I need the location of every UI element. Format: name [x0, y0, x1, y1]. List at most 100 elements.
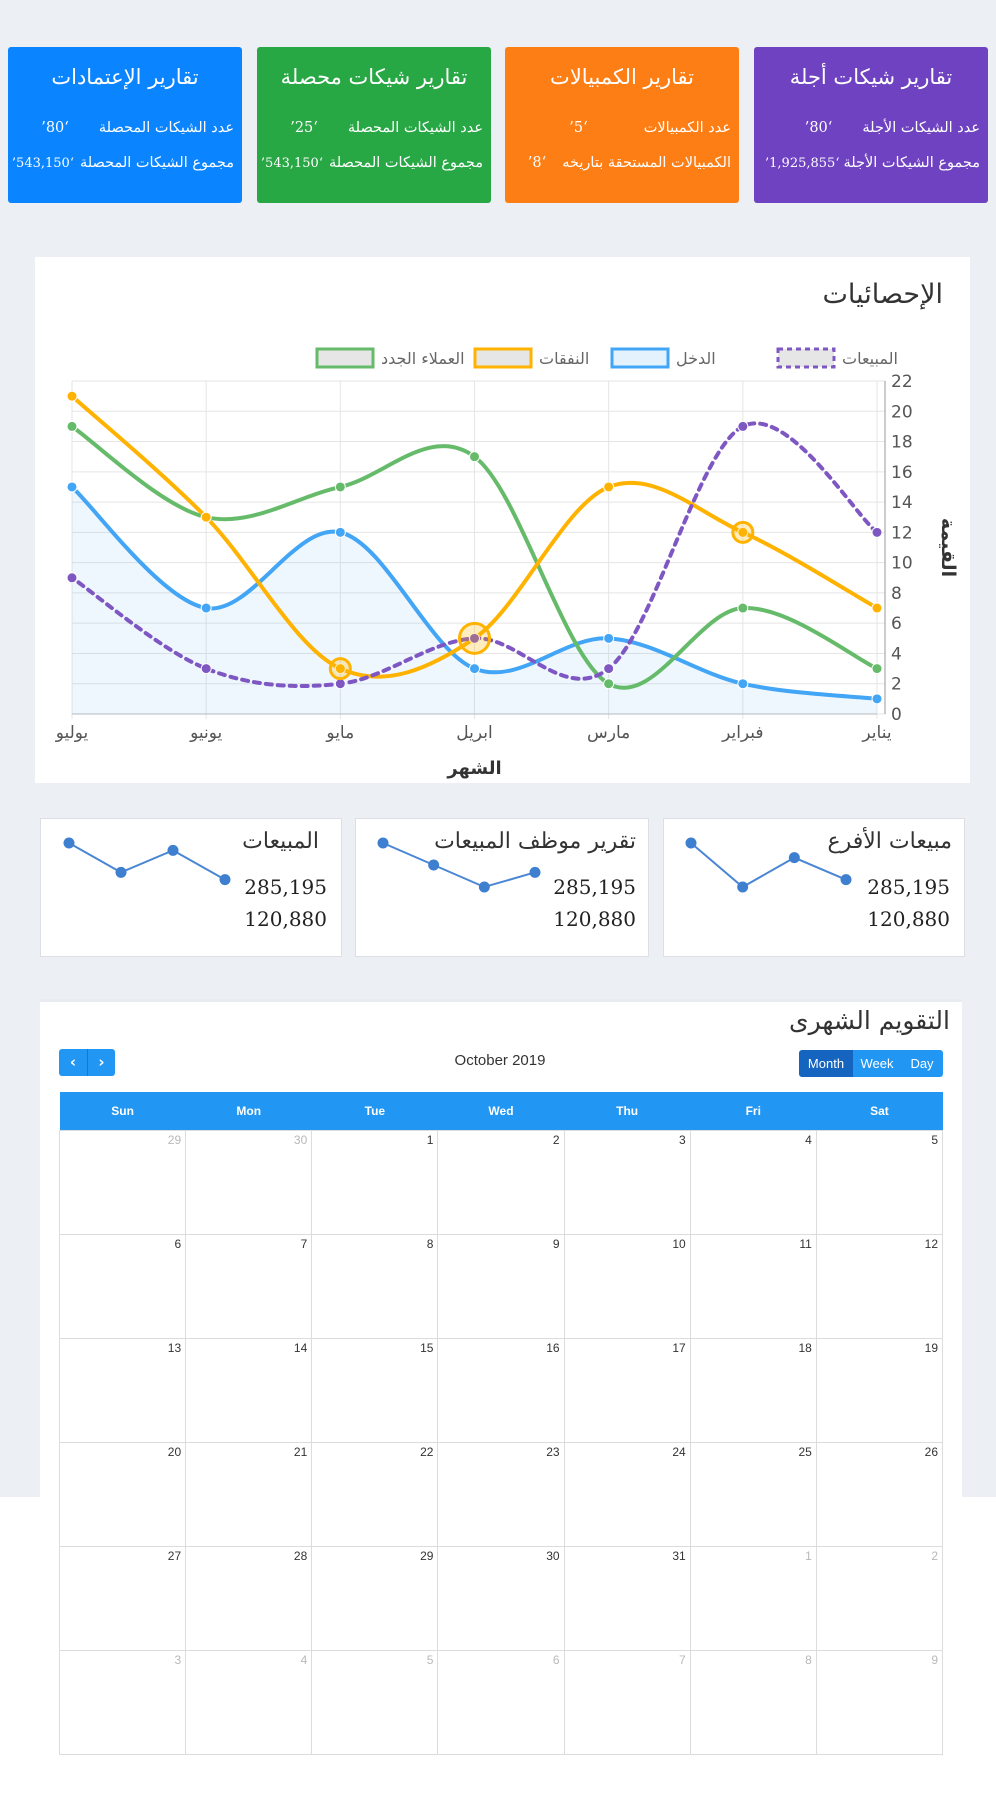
mini-card-sales[interactable]: المبيعات 285,195 120,880	[40, 818, 342, 957]
sparkline-point	[788, 852, 800, 864]
data-point[interactable]	[66, 390, 78, 402]
card-row-label: عدد الشيكات المحصلة	[98, 120, 234, 136]
calendar-day-cell[interactable]: 26	[815, 1442, 944, 1547]
calendar-day-cell[interactable]: 25	[689, 1442, 817, 1547]
calendar-day-cell[interactable]: 23	[437, 1442, 565, 1547]
data-point[interactable]	[737, 420, 749, 432]
calendar-day-cell[interactable]: 29	[311, 1546, 439, 1651]
sparkline-point	[167, 844, 179, 856]
calendar-day-cell[interactable]: 31	[563, 1546, 691, 1651]
calendar-day-cell[interactable]: 16	[437, 1338, 565, 1443]
legend-item[interactable]: المبيعات	[776, 347, 898, 369]
data-point[interactable]	[871, 602, 883, 614]
view-day-button[interactable]: Day	[901, 1050, 943, 1077]
data-point[interactable]	[334, 526, 346, 538]
x-tick-label: يوليو	[55, 723, 89, 743]
calendar-day-cell[interactable]: 8	[311, 1234, 439, 1339]
x-tick-label: فبراير	[721, 723, 763, 743]
data-point[interactable]	[334, 481, 346, 493]
data-point[interactable]	[334, 678, 346, 690]
card-collected-checks[interactable]: تقارير شيكات محصلة عدد الشيكات المحصلة ‘2…	[257, 47, 491, 203]
data-point[interactable]	[469, 663, 480, 675]
data-point[interactable]	[200, 511, 212, 523]
data-point[interactable]	[603, 481, 615, 493]
calendar-day-cell[interactable]: 7	[185, 1234, 313, 1339]
legend-item[interactable]: الدخل	[610, 347, 716, 369]
data-point[interactable]	[871, 693, 883, 705]
calendar-day-cell[interactable]: 22	[311, 1442, 439, 1547]
data-point[interactable]	[469, 451, 480, 463]
legend-item[interactable]: العملاء الجدد	[315, 347, 465, 369]
calendar-day-cell[interactable]: 4	[185, 1650, 313, 1755]
calendar-day-cell[interactable]: 19	[815, 1338, 944, 1443]
calendar-day-cell[interactable]: 6	[437, 1650, 565, 1755]
calendar-day-cell[interactable]: 6	[58, 1234, 187, 1339]
card-row-value: ‘543,150’	[260, 156, 323, 171]
calendar-day-cell[interactable]: 21	[185, 1442, 313, 1547]
calendar-day-cell[interactable]: 30	[437, 1546, 565, 1651]
calendar-day-cell[interactable]: 2	[815, 1546, 944, 1651]
calendar-day-cell[interactable]: 7	[563, 1650, 691, 1755]
data-point[interactable]	[66, 572, 78, 584]
calendar-day-cell[interactable]: 28	[185, 1546, 313, 1651]
calendar-day-cell[interactable]: 1	[689, 1546, 817, 1651]
data-point-highlight[interactable]	[328, 657, 352, 681]
calendar-day-cell[interactable]: 14	[185, 1338, 313, 1443]
calendar-day-cell[interactable]: 4	[689, 1130, 817, 1235]
view-week-button[interactable]: Week	[853, 1050, 901, 1077]
calendar-day-cell[interactable]: 11	[689, 1234, 817, 1339]
mini-card-title: مبيعات الأفرع	[827, 829, 952, 854]
calendar-day-cell[interactable]: 17	[563, 1338, 691, 1443]
weekday-header: Sun	[59, 1092, 186, 1131]
calendar-day-cell[interactable]: 18	[689, 1338, 817, 1443]
calendar-day-cell[interactable]: 20	[58, 1442, 187, 1547]
card-bills[interactable]: تقارير الكمبيالات عدد الكمبيالات ‘5’ الكم…	[505, 47, 739, 203]
calendar-day-cell[interactable]: 5	[311, 1650, 439, 1755]
calendar-day-cell[interactable]: 5	[815, 1130, 944, 1235]
data-point[interactable]	[200, 663, 212, 675]
calendar-day-cell[interactable]: 2	[437, 1130, 565, 1235]
data-point-highlight[interactable]	[731, 520, 755, 544]
calendar-day-cell[interactable]: 12	[815, 1234, 944, 1339]
calendar-day-cell[interactable]: 15	[311, 1338, 439, 1443]
calendar-day-cell[interactable]: 13	[58, 1338, 187, 1443]
sparkline-point	[115, 866, 127, 878]
calendar-day-cell[interactable]: 29	[58, 1130, 187, 1235]
mini-card-branch-sales[interactable]: مبيعات الأفرع 285,195 120,880	[663, 818, 965, 957]
data-point[interactable]	[603, 678, 615, 690]
calendar-day-cell[interactable]: 3	[563, 1130, 691, 1235]
calendar-day-cell[interactable]: 9	[815, 1650, 944, 1755]
next-month-button[interactable]: ›	[87, 1049, 115, 1076]
calendar-day-cell[interactable]: 8	[689, 1650, 817, 1755]
calendar-day-cell[interactable]: 24	[563, 1442, 691, 1547]
data-point[interactable]	[737, 678, 749, 690]
calendar-day-cell[interactable]: 9	[437, 1234, 565, 1339]
card-row: مجموع الشيكات المحصلة ‘543,150’	[12, 155, 234, 171]
data-point[interactable]	[871, 663, 883, 675]
calendar-week-row: 20 21 22 23 24 25 26	[58, 1442, 944, 1547]
x-tick-label: ابريل	[456, 723, 492, 743]
mini-card-sales-employee[interactable]: تقرير موظف المبيعات 285,195 120,880	[355, 818, 649, 957]
card-deferred-checks[interactable]: تقارير شيكات أجلة عدد الشيكات الأجلة ‘80’…	[754, 47, 988, 203]
card-row-value: ‘25’	[290, 120, 318, 136]
calendar-day-cell[interactable]: 27	[58, 1546, 187, 1651]
calendar-panel: التقويم الشهرى ‹ › October 2019 Month We…	[40, 999, 962, 1755]
data-point[interactable]	[66, 420, 78, 432]
data-point[interactable]	[737, 602, 749, 614]
data-point[interactable]	[66, 481, 78, 493]
weekday-header: Wed	[437, 1092, 565, 1131]
calendar-day-cell[interactable]: 1	[311, 1130, 439, 1235]
calendar-day-cell[interactable]: 10	[563, 1234, 691, 1339]
data-point-highlight[interactable]	[458, 621, 491, 655]
calendar-day-cell[interactable]: 30	[185, 1130, 313, 1235]
data-point[interactable]	[200, 602, 212, 614]
data-point[interactable]	[603, 663, 615, 675]
view-month-button[interactable]: Month	[799, 1050, 853, 1077]
data-point[interactable]	[603, 632, 615, 644]
calendar-day-cell[interactable]: 3	[58, 1650, 187, 1755]
data-point[interactable]	[871, 526, 883, 538]
legend-item[interactable]: النفقات	[473, 347, 589, 369]
x-axis-title: الشهر	[446, 758, 501, 779]
prev-month-button[interactable]: ‹	[59, 1049, 87, 1076]
card-credits[interactable]: تقارير الإعتمادات عدد الشيكات المحصلة ‘80…	[8, 47, 242, 203]
